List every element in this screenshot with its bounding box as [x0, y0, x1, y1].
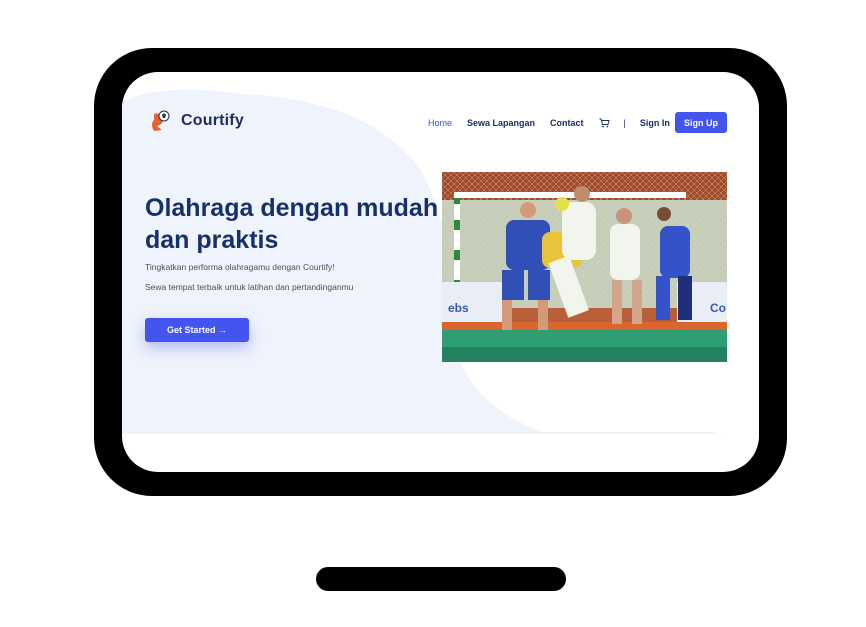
- sign-up-button[interactable]: Sign Up: [675, 112, 727, 133]
- nav-link-sign-in[interactable]: Sign In: [640, 118, 670, 128]
- nav-link-home[interactable]: Home: [428, 118, 452, 128]
- screen: Courtify Home Sewa Lapangan Contact | Si…: [122, 72, 759, 472]
- soccer-ball-logo-icon: [152, 110, 170, 131]
- svg-text:Co: Co: [710, 301, 726, 315]
- cart-icon[interactable]: [599, 118, 610, 128]
- hero-subtitle-line-1: Tingkatkan performa olahragamu dengan Co…: [145, 262, 335, 272]
- handball-match-photo: ebs Co: [442, 172, 727, 362]
- svg-text:ebs: ebs: [448, 301, 469, 315]
- brand-name[interactable]: Courtify: [181, 112, 244, 130]
- get-started-button[interactable]: Get Started →: [145, 318, 249, 342]
- monitor-frame: Courtify Home Sewa Lapangan Contact | Si…: [94, 48, 787, 496]
- nav-link-sewa-lapangan[interactable]: Sewa Lapangan: [467, 118, 535, 128]
- nav-divider: |: [623, 118, 626, 128]
- nav-links: Home Sewa Lapangan Contact | Sign In: [428, 118, 685, 128]
- hero-title: Olahraga dengan mudah dan praktis: [145, 194, 439, 254]
- navbar: Courtify Home Sewa Lapangan Contact | Si…: [122, 72, 759, 172]
- hero-subtitle-line-2: Sewa tempat terbaik untuk latihan dan pe…: [145, 282, 354, 292]
- nav-link-contact[interactable]: Contact: [550, 118, 584, 128]
- monitor-stand: [316, 567, 566, 591]
